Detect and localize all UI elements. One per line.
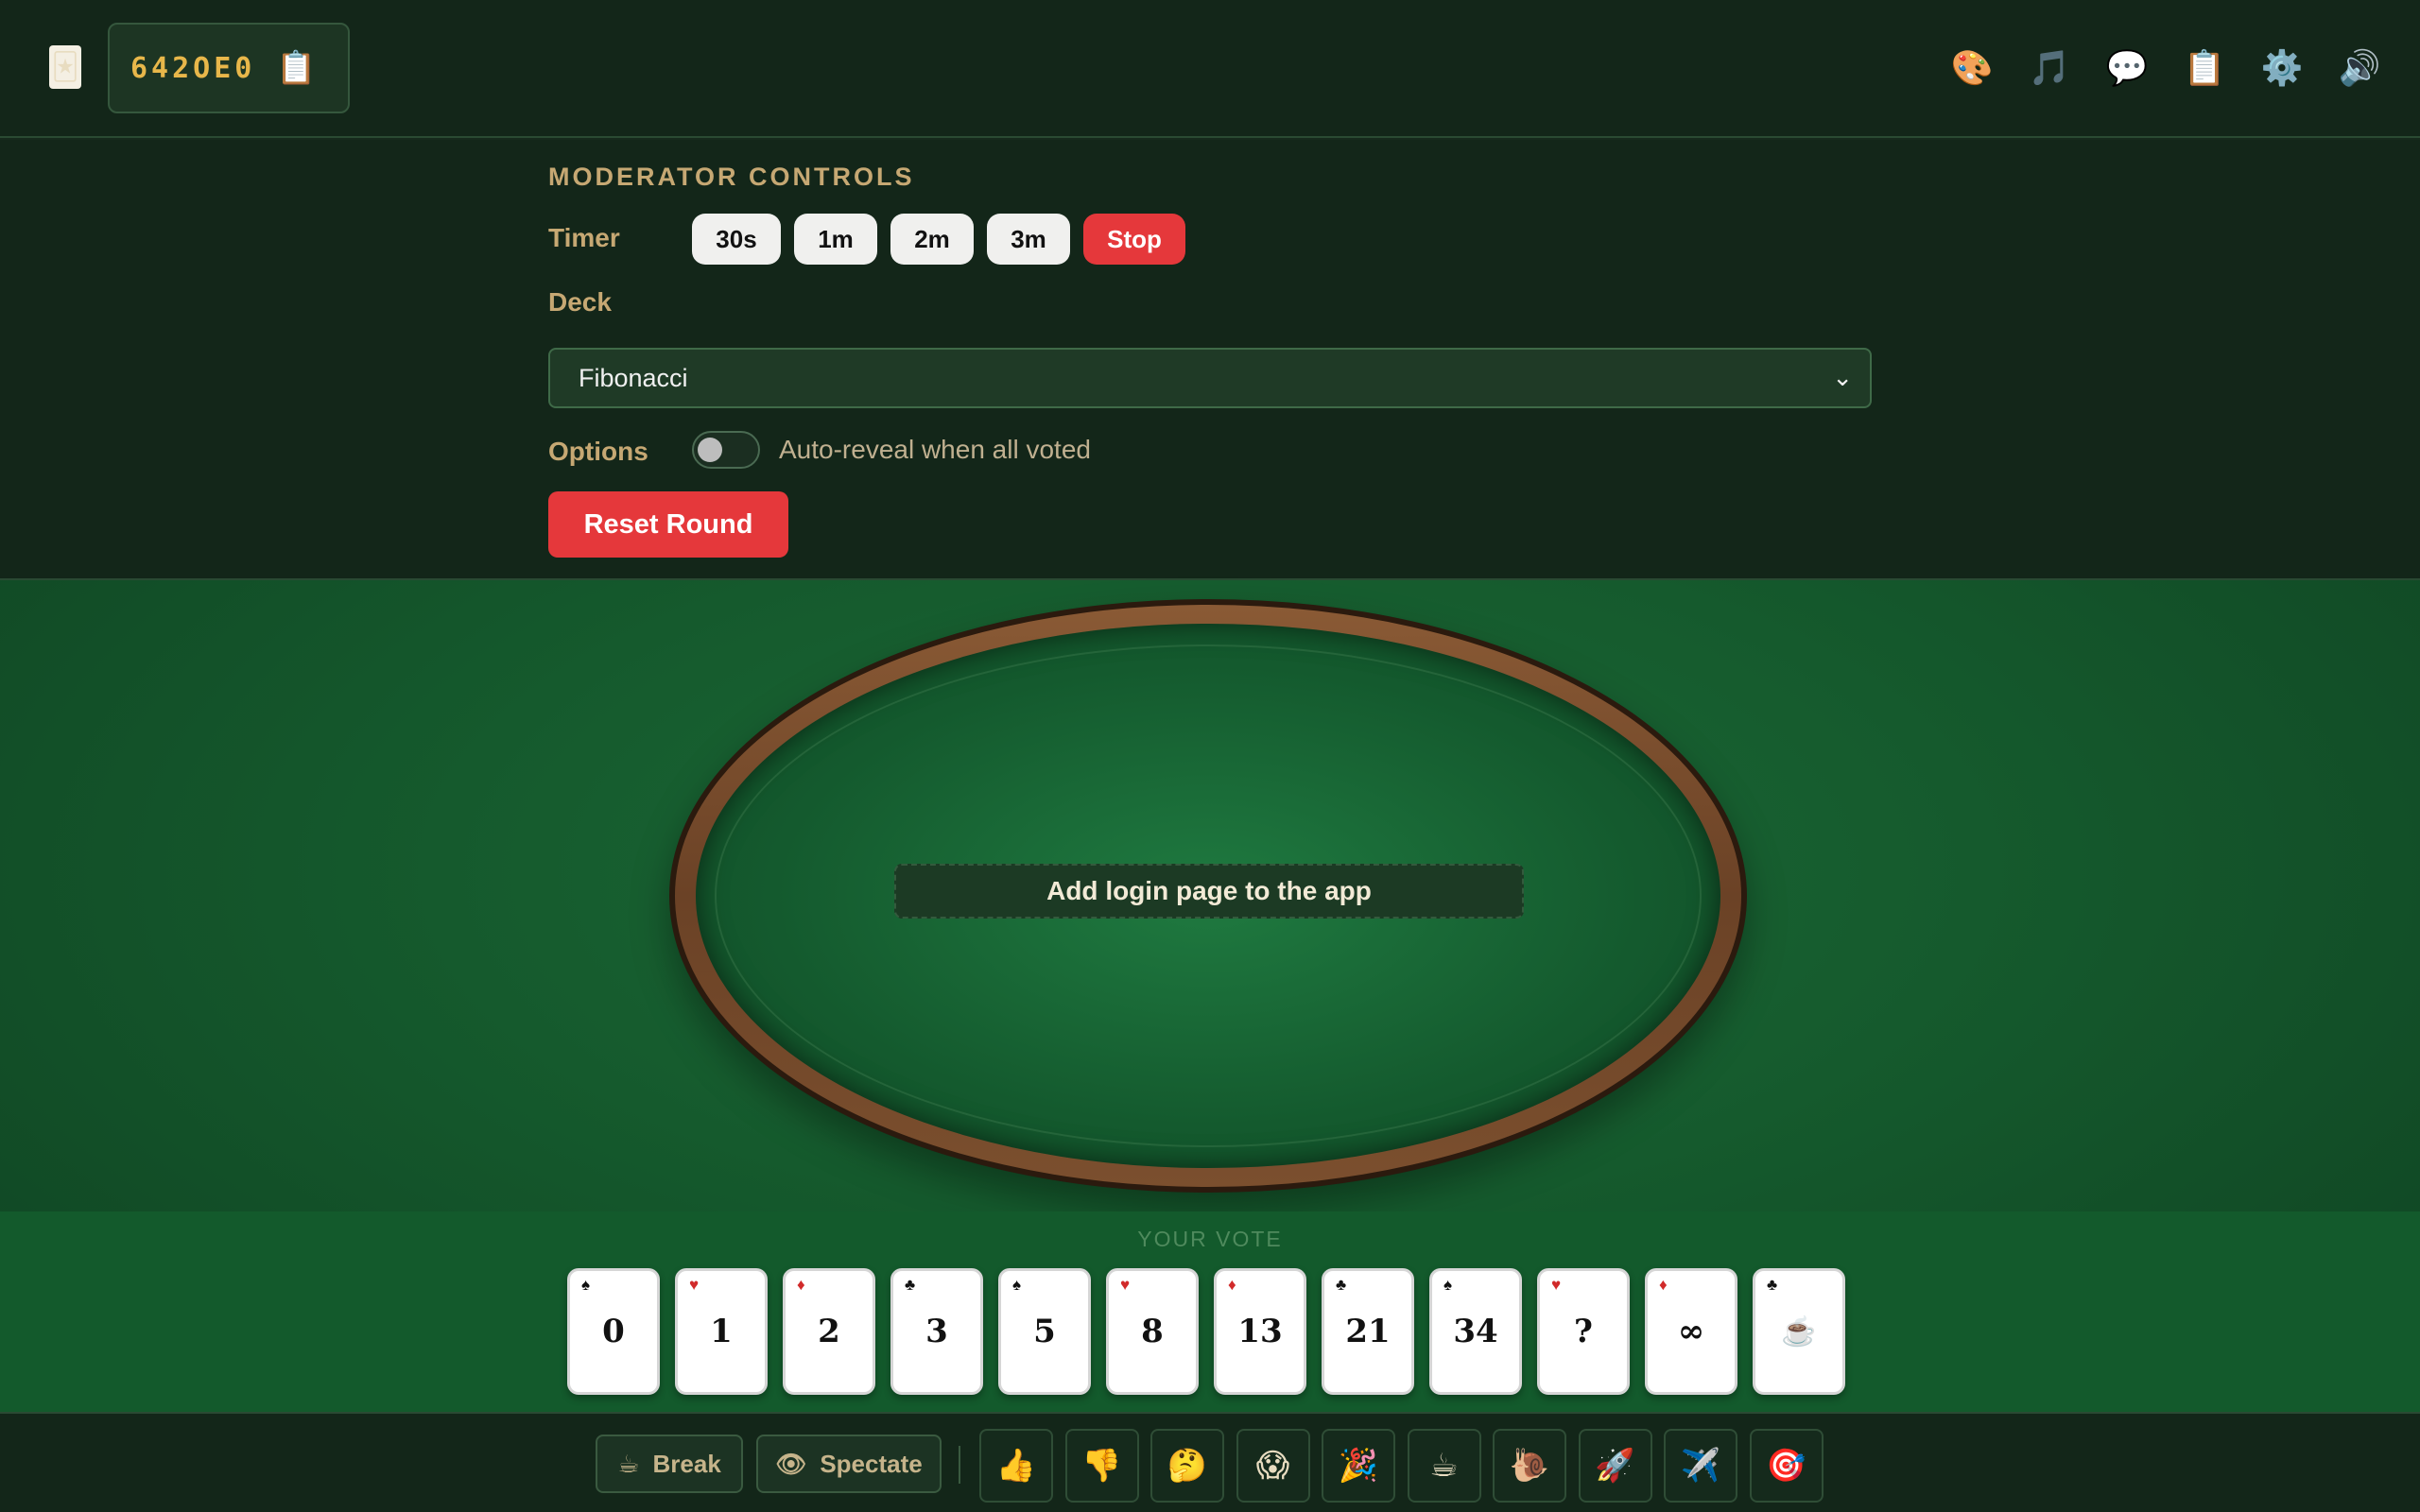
timer-2m-button[interactable]: 2m [890, 214, 974, 265]
vote-card[interactable]: ♥? [1537, 1268, 1630, 1395]
timer-buttons: 30s 1m 2m 3m Stop [692, 214, 1185, 265]
eye-icon: 👁 [775, 1449, 807, 1478]
break-button[interactable]: ☕ Break [596, 1435, 743, 1493]
thinking-icon[interactable]: 🤔 [1150, 1429, 1224, 1503]
target-icon[interactable]: 🎯 [1749, 1429, 1824, 1503]
rocket-icon[interactable]: 🚀 [1578, 1429, 1652, 1503]
card-value: ? [1574, 1313, 1593, 1350]
deck-selected-value: Fibonacci [579, 363, 688, 392]
vote-card[interactable]: ♣ ☕ [1753, 1268, 1845, 1395]
card-value: 8 [1141, 1313, 1164, 1350]
room-code: 642OE0 [130, 51, 256, 85]
card-suit-icon: ♦ [1228, 1276, 1236, 1294]
timer-30s-button[interactable]: 30s [692, 214, 781, 265]
palette-icon[interactable]: 🎨 [1945, 42, 1998, 94]
bar-divider [959, 1446, 960, 1484]
thumbs-down-icon[interactable]: 👎 [1064, 1429, 1139, 1503]
bottom-bar: ☕ Break 👁 Spectate 👍 👎 🤔 😱 🎉 ☕ 🐌 🚀 ✈️ 🎯 [0, 1412, 2420, 1512]
vote-card[interactable]: ♠ 5 [998, 1268, 1091, 1395]
copy-icon[interactable]: 📋 [276, 52, 316, 84]
vote-cards: ♠ 0 ♥ 1 ♦ 2 ♣ 3 ♠ 5 ♥ 8 ♦ 13 ♣ 21 ♠ 34 ♥? ♦ ∞ ♣ ☕ [567, 1268, 1845, 1395]
shocked-icon[interactable]: 😱 [1236, 1429, 1310, 1503]
music-icon[interactable]: 🎵 [2023, 42, 2076, 94]
snail-icon[interactable]: 🐌 [1493, 1429, 1566, 1503]
vote-card[interactable]: ♦ 2 [783, 1268, 875, 1395]
timer-stop-button[interactable]: Stop [1083, 214, 1185, 265]
coffee-icon: ☕ [617, 1449, 640, 1478]
spectate-button[interactable]: 👁 Spectate [756, 1435, 942, 1493]
top-header: 🃏 642OE0 📋 🎨 🎵 💬 📋 ⚙️ 🔊 [0, 0, 2420, 138]
party-icon[interactable]: 🎉 [1322, 1429, 1395, 1503]
header-icon-bar: 🎨 🎵 💬 📋 ⚙️ 🔊 [1945, 42, 2386, 94]
timer-1m-button[interactable]: 1m [794, 214, 877, 265]
app-logo-icon: 🃏 [49, 45, 81, 89]
room-code-button[interactable]: 642OE0 📋 [108, 23, 350, 113]
thumbs-up-icon[interactable]: 👍 [979, 1429, 1053, 1503]
auto-reveal-toggle[interactable] [692, 431, 760, 469]
airplane-icon[interactable]: ✈️ [1664, 1429, 1737, 1503]
sound-icon[interactable]: 🔊 [2333, 42, 2386, 94]
break-label: Break [652, 1449, 721, 1478]
deck-select[interactable]: Fibonacci ⌄ [548, 348, 1872, 408]
toggle-knob [698, 438, 722, 462]
card-value: 34 [1453, 1313, 1498, 1350]
card-suit-icon: ♠ [1443, 1276, 1453, 1294]
card-value: 0 [602, 1313, 625, 1350]
card-value: 13 [1237, 1313, 1283, 1350]
vote-card[interactable]: ♥ 1 [675, 1268, 768, 1395]
vote-card[interactable]: ♣ 21 [1322, 1268, 1414, 1395]
card-suit-icon: ♠ [1012, 1276, 1022, 1294]
story-title: Add login page to the app [894, 864, 1524, 919]
timer-3m-button[interactable]: 3m [987, 214, 1070, 265]
auto-reveal-label: Auto-reveal when all voted [779, 435, 1091, 464]
card-value: 1 [710, 1313, 733, 1350]
settings-icon[interactable]: ⚙️ [2256, 42, 2308, 94]
clipboard-icon[interactable]: 📋 [2178, 42, 2231, 94]
card-suit-icon: ♣ [1767, 1276, 1778, 1294]
card-value: 5 [1033, 1313, 1056, 1350]
coffee-icon[interactable]: ☕ [1407, 1429, 1481, 1503]
vote-card[interactable]: ♦ 13 [1214, 1268, 1306, 1395]
chat-icon[interactable]: 💬 [2100, 42, 2153, 94]
reset-round-button[interactable]: Reset Round [548, 491, 788, 558]
card-value: 2 [818, 1313, 840, 1350]
card-value: ☕ [1781, 1314, 1817, 1349]
your-vote-label: YOUR VOTE [1137, 1227, 1283, 1251]
vote-card[interactable]: ♠ 0 [567, 1268, 660, 1395]
card-suit-icon: ♣ [905, 1276, 916, 1294]
deck-label: Deck [548, 287, 612, 317]
vote-card[interactable]: ♠ 34 [1429, 1268, 1522, 1395]
card-suit-icon: ♠ [581, 1276, 591, 1294]
card-suit-icon: ♣ [1336, 1276, 1347, 1294]
card-suit-icon: ♥ [1120, 1276, 1131, 1294]
spectate-label: Spectate [820, 1449, 923, 1478]
card-value: 21 [1345, 1313, 1391, 1350]
moderator-title: MODERATOR CONTROLS [548, 163, 915, 191]
card-suit-icon: ♥ [689, 1276, 700, 1294]
vote-card[interactable]: ♦ ∞ [1645, 1268, 1737, 1395]
moderator-panel: MODERATOR CONTROLS Timer 30s 1m 2m 3m St… [0, 140, 2420, 580]
chevron-down-icon: ⌄ [1832, 363, 1853, 391]
timer-label: Timer [548, 223, 620, 252]
card-suit-icon: ♦ [1659, 1276, 1668, 1294]
vote-card[interactable]: ♥ 8 [1106, 1268, 1199, 1395]
card-value: ∞ [1677, 1313, 1705, 1350]
card-suit-icon: ♥ [1551, 1276, 1562, 1294]
card-suit-icon: ♦ [797, 1276, 805, 1294]
options-label: Options [548, 437, 648, 466]
vote-card[interactable]: ♣ 3 [890, 1268, 983, 1395]
card-value: 3 [925, 1313, 948, 1350]
